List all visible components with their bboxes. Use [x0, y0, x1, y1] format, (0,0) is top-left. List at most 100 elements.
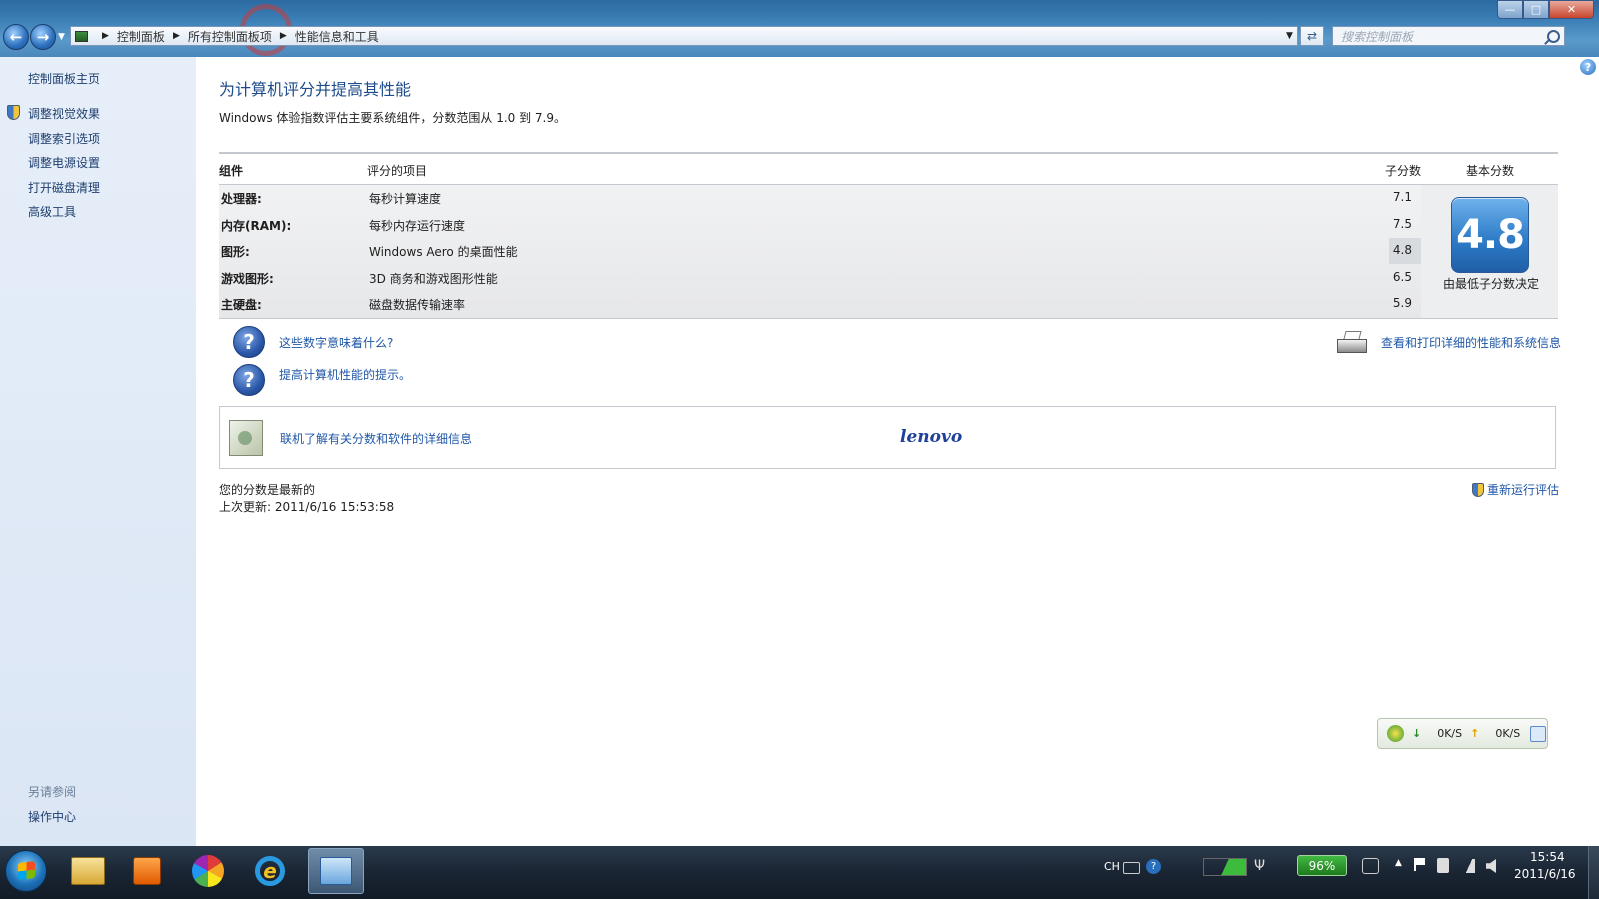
row-subscore: 6.5 [1392, 270, 1412, 284]
forward-button[interactable]: → [30, 24, 56, 50]
row-item: 每秒内存运行速度 [369, 219, 466, 233]
table-row: 内存(RAM): 每秒内存运行速度 7.5 [219, 212, 1421, 238]
taskbar-picasa[interactable] [180, 848, 236, 894]
breadcrumb-separator-icon[interactable]: ▶ [102, 31, 109, 41]
minimize-button[interactable]: — [1497, 0, 1523, 19]
network-icon[interactable] [1461, 859, 1475, 873]
upload-arrow-icon: ↑ [1470, 727, 1480, 740]
column-header-component: 组件 [219, 164, 244, 178]
row-subscore: 7.5 [1392, 217, 1412, 231]
keyboard-icon[interactable] [1123, 862, 1140, 874]
help-icon[interactable]: ? [1580, 59, 1596, 75]
search-icon[interactable] [1547, 30, 1560, 43]
power-manager-icon[interactable] [1362, 858, 1379, 874]
printer-icon[interactable] [1335, 329, 1367, 357]
clock-time[interactable]: 15:54 [1530, 850, 1565, 864]
table-row: 主硬盘: 磁盘数据传输速率 5.9 [219, 291, 1421, 317]
refresh-button[interactable]: ⇄ [1300, 26, 1324, 46]
net-speed-widget[interactable]: ↓ 0K/S ↑ 0K/S [1377, 718, 1548, 749]
breadcrumb-control-panel[interactable]: 控制面板 [117, 28, 165, 45]
last-update-timestamp: 上次更新: 2011/6/16 15:53:58 [219, 500, 395, 514]
main-content: ? 为计算机评分并提高其性能 Windows 体验指数评估主要系统组件，分数范围… [196, 57, 1599, 846]
recent-pages-dropdown[interactable]: ▼ [58, 32, 65, 42]
online-info-panel: 联机了解有关分数和软件的详细信息 lenovo [219, 406, 1556, 469]
page-title: 为计算机评分并提高其性能 [219, 80, 412, 99]
sidebar-item-power[interactable]: 调整电源设置 [28, 154, 100, 171]
download-speed: 0K/S [1437, 727, 1463, 740]
sidebar-item-home[interactable]: 控制面板主页 [28, 70, 100, 87]
performance-tips-link[interactable]: 提高计算机性能的提示。 [279, 366, 411, 383]
question-help-icon[interactable]: ? [233, 364, 265, 396]
row-subscore: 5.9 [1392, 296, 1412, 310]
media-player-icon [133, 857, 161, 885]
printer-body [1337, 339, 1367, 353]
score-status: 您的分数是最新的 [219, 483, 316, 497]
uac-shield-icon [1472, 482, 1484, 497]
base-score-badge: 4.8 [1451, 197, 1529, 273]
sidebar-item-indexing[interactable]: 调整索引选项 [28, 130, 100, 147]
taskbar-control-panel[interactable] [308, 848, 364, 894]
row-item: 磁盘数据传输速率 [369, 298, 466, 312]
software-box-icon [229, 420, 263, 456]
row-item: Windows Aero 的桌面性能 [369, 245, 518, 259]
control-panel-icon [75, 30, 88, 42]
row-component: 图形: [221, 245, 250, 259]
table-row-lowest: 图形: Windows Aero 的桌面性能 4.8 [219, 238, 1421, 264]
folder-icon [71, 857, 105, 885]
taskbar-explorer[interactable] [60, 848, 116, 894]
row-component: 游戏图形: [221, 272, 274, 286]
online-details-link[interactable]: 联机了解有关分数和软件的详细信息 [280, 430, 472, 447]
table-row: 游戏图形: 3D 商务和游戏图形性能 6.5 [219, 265, 1421, 291]
address-bar[interactable]: ▶ 控制面板 ▶ 所有控制面板项 ▶ 性能信息和工具 [70, 26, 1298, 46]
what-numbers-mean-link[interactable]: 这些数字意味着什么? [279, 334, 393, 351]
row-component: 主硬盘: [221, 298, 262, 312]
page-description: Windows 体验指数评估主要系统组件，分数范围从 1.0 到 7.9。 [219, 111, 566, 125]
refresh-icon: ⇄ [1306, 29, 1318, 43]
volume-icon[interactable] [1486, 859, 1496, 873]
close-button[interactable]: ✕ [1549, 0, 1594, 19]
lenovo-logo[interactable]: lenovo [900, 427, 962, 447]
left-task-pane: 控制面板主页 调整视觉效果 调整索引选项 调整电源设置 打开磁盘清理 高级工具 … [0, 57, 196, 846]
breadcrumb-separator-icon[interactable]: ▶ [280, 31, 287, 41]
breadcrumb-performance[interactable]: 性能信息和工具 [295, 28, 379, 45]
maximize-button[interactable]: □ [1523, 0, 1549, 19]
taskbar-media-player[interactable] [119, 848, 175, 894]
start-button[interactable] [5, 850, 47, 892]
sidebar-item-visual-effects[interactable]: 调整视觉效果 [28, 105, 100, 122]
row-item: 每秒计算速度 [369, 192, 442, 206]
show-desktop-button[interactable] [1588, 846, 1599, 899]
clock-date[interactable]: 2011/6/16 [1514, 867, 1576, 881]
print-details-link[interactable]: 查看和打印详细的性能和系统信息 [1381, 334, 1561, 351]
table-divider [219, 318, 1558, 319]
sidebar-item-disk-cleanup[interactable]: 打开磁盘清理 [28, 179, 100, 196]
language-help-icon[interactable]: ? [1146, 859, 1161, 874]
language-bar-options-icon[interactable] [1170, 854, 1178, 876]
sidebar-item-advanced-tools[interactable]: 高级工具 [28, 203, 76, 220]
net-monitor-logo-icon [1387, 725, 1404, 742]
taskbar-internet-explorer[interactable]: e [242, 848, 298, 894]
show-hidden-icons-icon[interactable]: ▲ [1395, 858, 1402, 868]
safely-remove-hardware-icon[interactable] [1437, 858, 1449, 873]
back-button[interactable]: ← [3, 24, 29, 50]
back-arrow-icon: ← [9, 28, 23, 46]
row-item: 3D 商务和游戏图形性能 [369, 272, 498, 286]
question-help-icon[interactable]: ? [233, 326, 265, 358]
sidebar-item-action-center[interactable]: 操作中心 [28, 808, 76, 825]
battery-indicator[interactable]: 96% [1297, 855, 1347, 876]
score-table: 组件 评分的项目 子分数 基本分数 处理器: 每秒计算速度 7.1 内存(RAM… [219, 152, 1558, 320]
antenna-icon[interactable]: Ψ [1254, 858, 1266, 876]
widget-settings-icon[interactable] [1530, 725, 1547, 742]
download-arrow-icon: ↓ [1412, 727, 1422, 740]
picasa-icon [192, 855, 224, 887]
wireless-signal-icon[interactable] [1203, 858, 1247, 876]
rerun-assessment-link[interactable]: 重新运行评估 [1472, 481, 1559, 498]
action-center-flag-icon[interactable] [1414, 858, 1428, 871]
table-body: 处理器: 每秒计算速度 7.1 内存(RAM): 每秒内存运行速度 7.5 图形… [219, 184, 1421, 319]
row-component: 内存(RAM): [221, 219, 292, 233]
address-dropdown-button[interactable]: ▼ [1281, 26, 1298, 46]
breadcrumb-separator-icon[interactable]: ▶ [173, 31, 180, 41]
row-subscore: 7.1 [1392, 190, 1412, 204]
breadcrumb-all-items[interactable]: 所有控制面板项 [188, 28, 272, 45]
search-input[interactable]: 搜索控制面板 [1332, 26, 1565, 46]
ime-indicator[interactable]: CH [1104, 860, 1120, 873]
